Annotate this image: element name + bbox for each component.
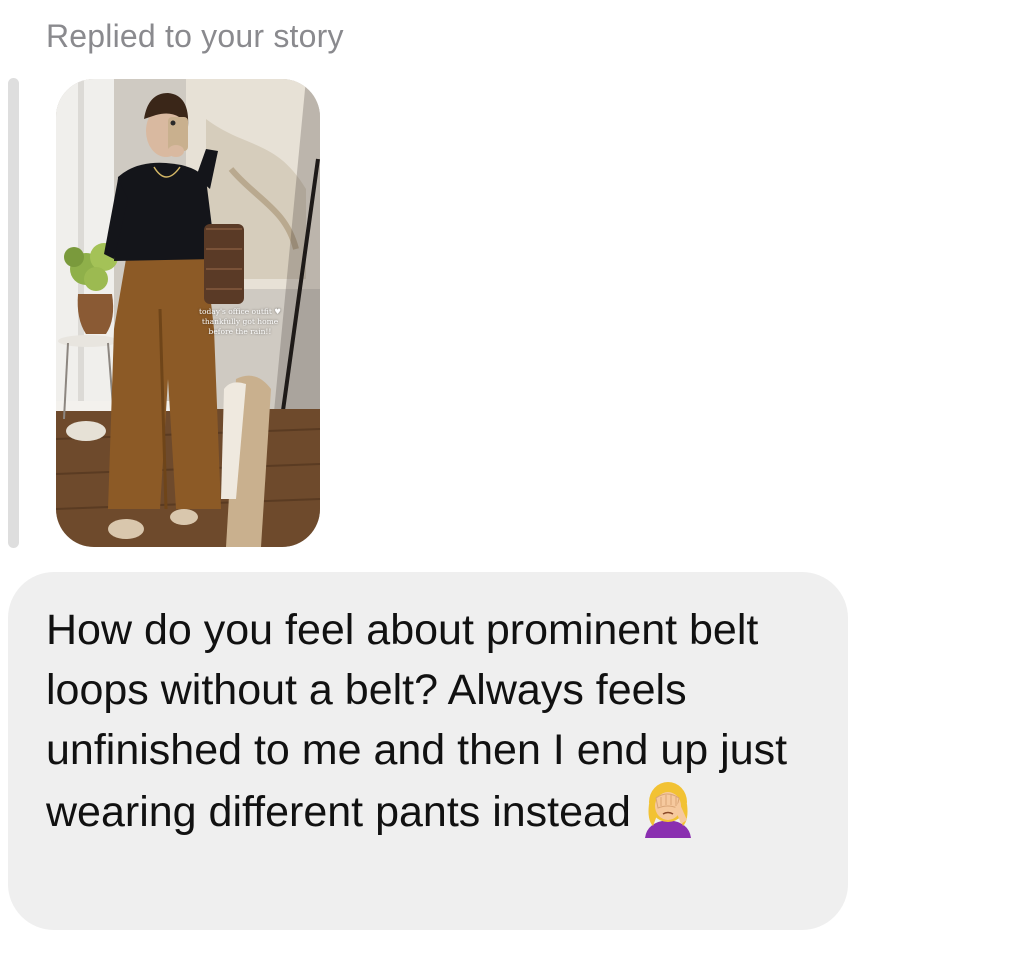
story-caption-line: thankfully got home (201, 317, 279, 326)
reply-context-label: Replied to your story (46, 18, 344, 54)
story-caption-line: before the rain!! (208, 327, 272, 336)
story-caption: today's office outfit ♥ thankfully got h… (180, 307, 300, 337)
story-thumbnail[interactable]: today's office outfit ♥ thankfully got h… (56, 79, 320, 547)
story-caption-line: today's office outfit ♥ (198, 307, 282, 316)
reply-indicator-bar (8, 78, 19, 548)
message-text-container: How do you feel about prominent belt loo… (46, 600, 808, 854)
woman-facepalming-emoji-icon (639, 780, 697, 854)
message-bubble[interactable]: How do you feel about prominent belt loo… (8, 572, 848, 930)
